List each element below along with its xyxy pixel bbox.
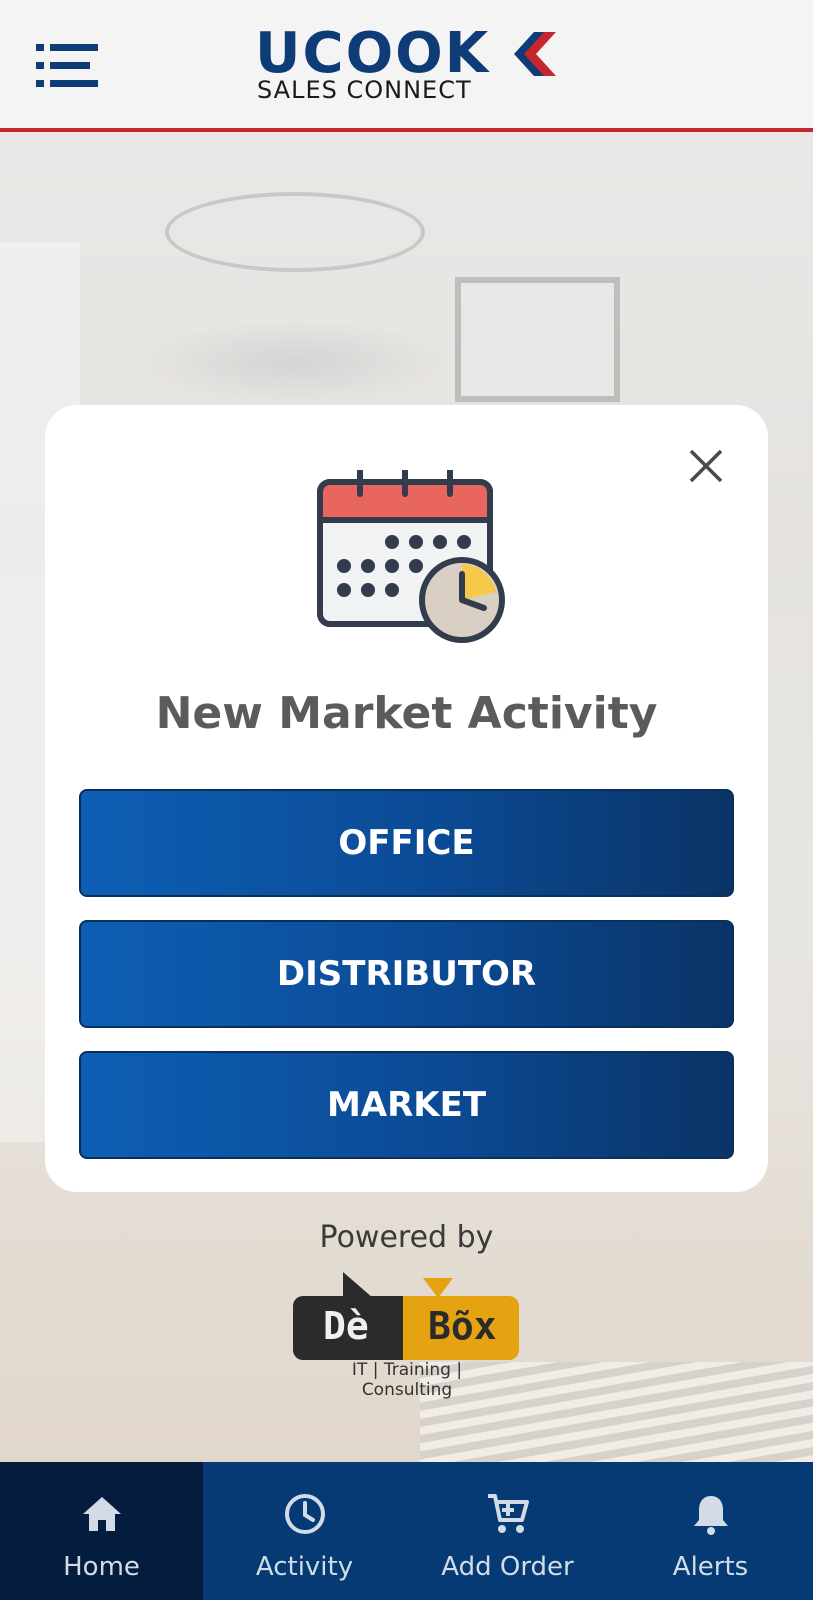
debox-brand-right: Bõx [428,1304,497,1348]
home-icon [78,1490,126,1538]
debox-tagline: IT | Training | Consulting [351,1360,463,1400]
hamburger-menu-icon[interactable] [36,44,100,88]
logo-word: UCOOK [255,21,491,86]
debox-logo: Dè Bõx IT | Training | Consulting [293,1272,519,1400]
close-icon[interactable] [676,436,736,496]
nav-label-alerts: Alerts [672,1552,749,1582]
office-button[interactable]: OFFICE [79,789,734,897]
clock-icon [281,1490,329,1538]
nav-label-add-order: Add Order [441,1552,574,1582]
calendar-clock-icon [317,470,505,643]
powered-by-label: Powered by [319,1220,494,1255]
nav-label-home: Home [63,1552,140,1582]
market-button[interactable]: MARKET [79,1051,734,1159]
nav-item-home[interactable]: Home [0,1462,203,1600]
nav-label-activity: Activity [255,1552,354,1582]
debox-brand-left: Dè [323,1304,369,1348]
cart-icon [484,1490,532,1538]
distributor-button[interactable]: DISTRIBUTOR [79,920,734,1028]
logo-chevron-icon [514,32,556,76]
nav-item-add-order[interactable]: Add Order [406,1462,609,1600]
nav-item-activity[interactable]: Activity [203,1462,406,1600]
bottom-nav: Home Activity Add Order Alerts [0,1462,813,1600]
bell-icon [687,1490,735,1538]
nav-item-alerts[interactable]: Alerts [609,1462,812,1600]
modal-title: New Market Activity [155,688,658,739]
logo-subtitle: SALES CONNECT [257,76,472,104]
ucook-logo: UCOOK SALES CONNECT [255,21,556,106]
app-header: UCOOK SALES CONNECT [0,0,813,132]
